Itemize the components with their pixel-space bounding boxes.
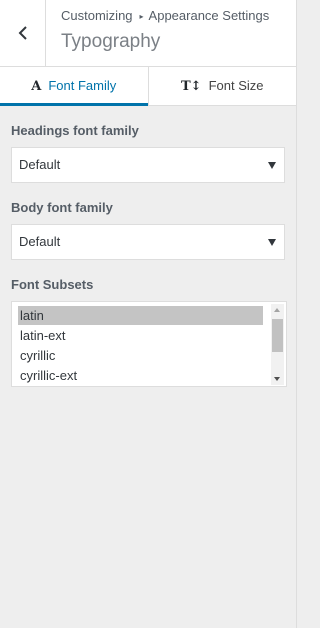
breadcrumb: Customizing ▸ Appearance Settings bbox=[61, 8, 269, 26]
scrollbar-thumb[interactable] bbox=[272, 319, 283, 352]
list-item[interactable]: cyrillic-ext bbox=[18, 366, 263, 385]
body-font-family-select[interactable]: Default bbox=[11, 224, 285, 260]
tab-label: Font Size bbox=[208, 78, 264, 93]
list-item[interactable]: cyrillic bbox=[18, 346, 263, 365]
font-family-icon: A bbox=[31, 78, 42, 94]
font-size-icon: T↕ bbox=[181, 78, 202, 94]
list-item[interactable]: latin-ext bbox=[18, 326, 263, 345]
dropdown-arrow-icon bbox=[268, 239, 276, 246]
scroll-up-icon[interactable] bbox=[274, 308, 280, 312]
section-tabs: A Font Family T↕ Font Size bbox=[0, 67, 296, 106]
list-scrollbar[interactable] bbox=[271, 304, 284, 385]
breadcrumb-separator-icon: ▸ bbox=[139, 12, 144, 21]
breadcrumb-item-appearance-settings: Appearance Settings bbox=[148, 8, 270, 23]
select-value: Default bbox=[19, 234, 61, 249]
tab-font-family[interactable]: A Font Family bbox=[0, 67, 148, 106]
customizer-header: Customizing ▸ Appearance Settings Typograp… bbox=[0, 0, 296, 67]
body-font-family-label: Body font family bbox=[11, 200, 113, 215]
tab-label: Font Family bbox=[48, 78, 117, 93]
page-title: Typography bbox=[61, 31, 161, 52]
font-subsets-label: Font Subsets bbox=[11, 277, 94, 292]
headings-font-family-label: Headings font family bbox=[11, 123, 139, 138]
list-item[interactable]: latin bbox=[18, 306, 263, 325]
tab-font-size[interactable]: T↕ Font Size bbox=[147, 67, 297, 105]
scroll-down-icon[interactable] bbox=[274, 377, 280, 381]
breadcrumb-item-customizing: Customizing bbox=[61, 8, 133, 23]
headings-font-family-select[interactable]: Default bbox=[11, 147, 285, 183]
select-value: Default bbox=[19, 157, 61, 172]
back-button[interactable] bbox=[0, 0, 46, 66]
dropdown-arrow-icon bbox=[268, 162, 276, 169]
chevron-left-icon bbox=[18, 26, 27, 40]
font-subsets-multiselect[interactable]: latin latin-ext cyrillic cyrillic-ext bbox=[11, 301, 287, 387]
